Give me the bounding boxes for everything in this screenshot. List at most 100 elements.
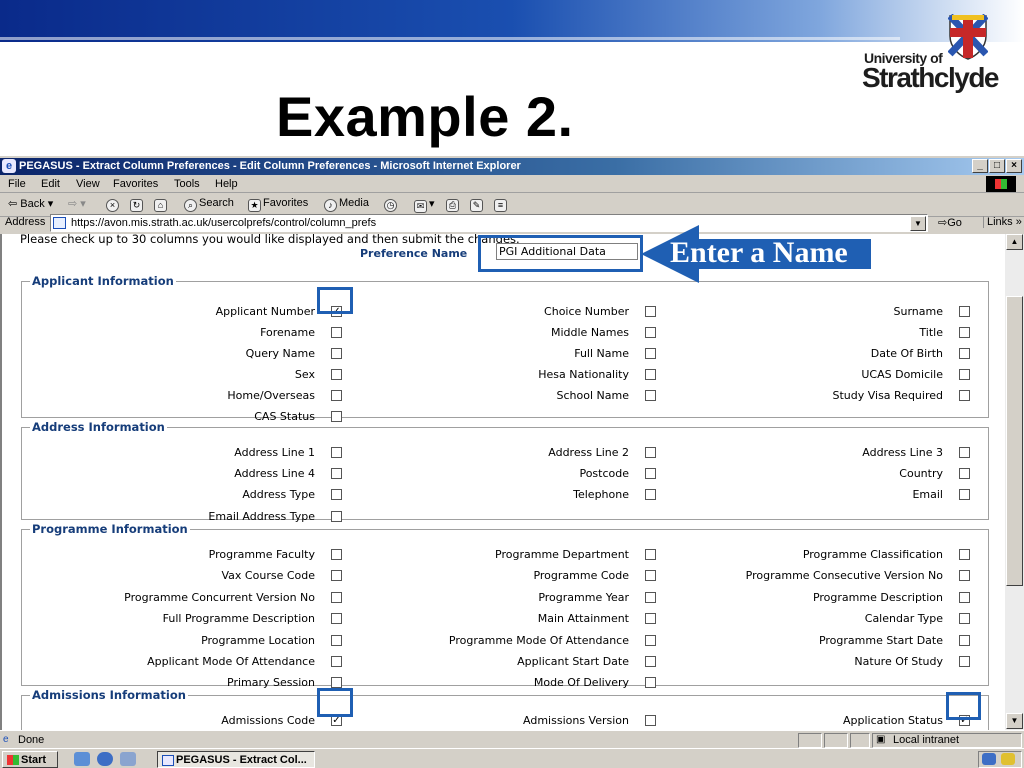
- checkbox[interactable]: [331, 369, 342, 380]
- checkbox[interactable]: [331, 677, 342, 688]
- checkbox[interactable]: [645, 447, 656, 458]
- checkbox[interactable]: [331, 327, 342, 338]
- home-button[interactable]: ⌂: [154, 197, 169, 212]
- checkbox[interactable]: [645, 327, 656, 338]
- scroll-up-icon[interactable]: ▲: [1006, 234, 1023, 250]
- shield-icon: [948, 14, 988, 60]
- checkbox[interactable]: [645, 592, 656, 603]
- status-panel: [824, 733, 848, 748]
- close-button[interactable]: ×: [1006, 159, 1022, 173]
- checkbox[interactable]: [331, 489, 342, 500]
- checkbox[interactable]: [645, 635, 656, 646]
- checkbox[interactable]: [959, 447, 970, 458]
- option-label: Admissions Version: [523, 714, 629, 727]
- favorites-button[interactable]: ★ Favorites: [248, 197, 308, 212]
- desktop-icon[interactable]: [74, 752, 90, 766]
- forward-button[interactable]: ⇨ ▾: [68, 197, 86, 210]
- links-button[interactable]: Links »: [983, 216, 1022, 228]
- checkbox[interactable]: [331, 447, 342, 458]
- print-button[interactable]: ⎙: [446, 197, 461, 212]
- mail-button[interactable]: ✉ ▾: [414, 197, 435, 213]
- checkbox[interactable]: [331, 570, 342, 581]
- option-label: Programme Mode Of Attendance: [448, 634, 629, 647]
- section-address-information: Address Information Address Line 1 Addre…: [21, 420, 989, 523]
- checkbox[interactable]: [331, 592, 342, 603]
- task-pegasus[interactable]: PEGASUS - Extract Col...: [157, 751, 315, 768]
- checkbox[interactable]: [959, 348, 970, 359]
- page-content: Please check up to 30 columns you would …: [0, 234, 1005, 730]
- checkbox[interactable]: [645, 369, 656, 380]
- highlight-admissions-code: [317, 688, 353, 717]
- checkbox[interactable]: [645, 489, 656, 500]
- checkbox[interactable]: [645, 306, 656, 317]
- checkbox[interactable]: [645, 468, 656, 479]
- scroll-down-icon[interactable]: ▼: [1006, 713, 1023, 729]
- checkbox[interactable]: [959, 613, 970, 624]
- menu-file[interactable]: File: [8, 178, 26, 190]
- checkbox[interactable]: [959, 549, 970, 560]
- scrollbar-thumb[interactable]: [1006, 296, 1023, 586]
- option-label: Choice Number: [544, 305, 629, 318]
- checkbox[interactable]: [645, 390, 656, 401]
- checkbox[interactable]: [645, 613, 656, 624]
- checkbox[interactable]: [959, 468, 970, 479]
- checkbox[interactable]: [959, 570, 970, 581]
- menu-tools[interactable]: Tools: [174, 178, 200, 190]
- option-label: Application Status: [842, 714, 943, 727]
- title-bar[interactable]: e PEGASUS - Extract Column Preferences -…: [0, 158, 1024, 175]
- discuss-icon: ≡: [494, 199, 507, 212]
- checkbox[interactable]: [331, 390, 342, 401]
- checkbox[interactable]: [331, 613, 342, 624]
- minimize-button[interactable]: _: [972, 159, 988, 173]
- menu-favorites[interactable]: Favorites: [113, 178, 158, 190]
- start-button[interactable]: Start: [2, 751, 58, 768]
- checkbox[interactable]: [645, 677, 656, 688]
- section-legend: Applicant Information: [32, 274, 174, 288]
- checkbox[interactable]: [959, 592, 970, 603]
- media-button[interactable]: ♪ Media: [324, 197, 369, 212]
- outlook-icon[interactable]: [120, 752, 136, 766]
- stop-button[interactable]: ×: [106, 197, 121, 212]
- checkbox[interactable]: [645, 348, 656, 359]
- slide-title: Example 2.: [276, 85, 574, 148]
- go-button[interactable]: ⇨Go: [938, 216, 962, 229]
- checkbox[interactable]: [331, 635, 342, 646]
- maximize-button[interactable]: □: [989, 159, 1005, 173]
- checkbox[interactable]: [959, 390, 970, 401]
- checkbox[interactable]: [645, 570, 656, 581]
- discuss-button[interactable]: ≡: [494, 197, 509, 212]
- option-label: Programme Code: [533, 569, 629, 582]
- status-bar: e Done ▣ Local intranet: [0, 730, 1024, 748]
- checkbox[interactable]: [959, 635, 970, 646]
- checkbox[interactable]: [959, 369, 970, 380]
- checkbox[interactable]: [959, 489, 970, 500]
- home-icon: ⌂: [154, 199, 167, 212]
- checkbox[interactable]: [959, 656, 970, 667]
- refresh-button[interactable]: ↻: [130, 197, 145, 212]
- checkbox[interactable]: [331, 348, 342, 359]
- checkbox[interactable]: [959, 306, 970, 317]
- checkbox[interactable]: [959, 327, 970, 338]
- checkbox[interactable]: [331, 468, 342, 479]
- history-button[interactable]: ◷: [384, 197, 399, 212]
- checkbox[interactable]: [331, 549, 342, 560]
- network-icon[interactable]: [982, 753, 996, 765]
- menu-edit[interactable]: Edit: [41, 178, 60, 190]
- search-button[interactable]: ⌕ Search: [184, 197, 234, 212]
- ie-quicklaunch-icon[interactable]: [97, 752, 113, 766]
- back-button[interactable]: ⇦ Back ▾: [8, 197, 53, 210]
- checkbox[interactable]: [331, 511, 342, 522]
- tray-app-icon[interactable]: [1001, 753, 1015, 765]
- checkbox[interactable]: [645, 656, 656, 667]
- checkbox[interactable]: [645, 715, 656, 726]
- menu-view[interactable]: View: [76, 178, 100, 190]
- page-done-icon: e: [3, 734, 9, 745]
- menu-help[interactable]: Help: [215, 178, 238, 190]
- address-dropdown-icon[interactable]: ▼: [910, 216, 926, 231]
- checkbox[interactable]: [331, 656, 342, 667]
- vertical-scrollbar[interactable]: ▲ ▼: [1005, 234, 1024, 730]
- option-label: Address Line 4: [234, 467, 315, 480]
- edit-button[interactable]: ✎: [470, 197, 485, 212]
- checkbox[interactable]: [645, 549, 656, 560]
- option-label: UCAS Domicile: [861, 368, 943, 381]
